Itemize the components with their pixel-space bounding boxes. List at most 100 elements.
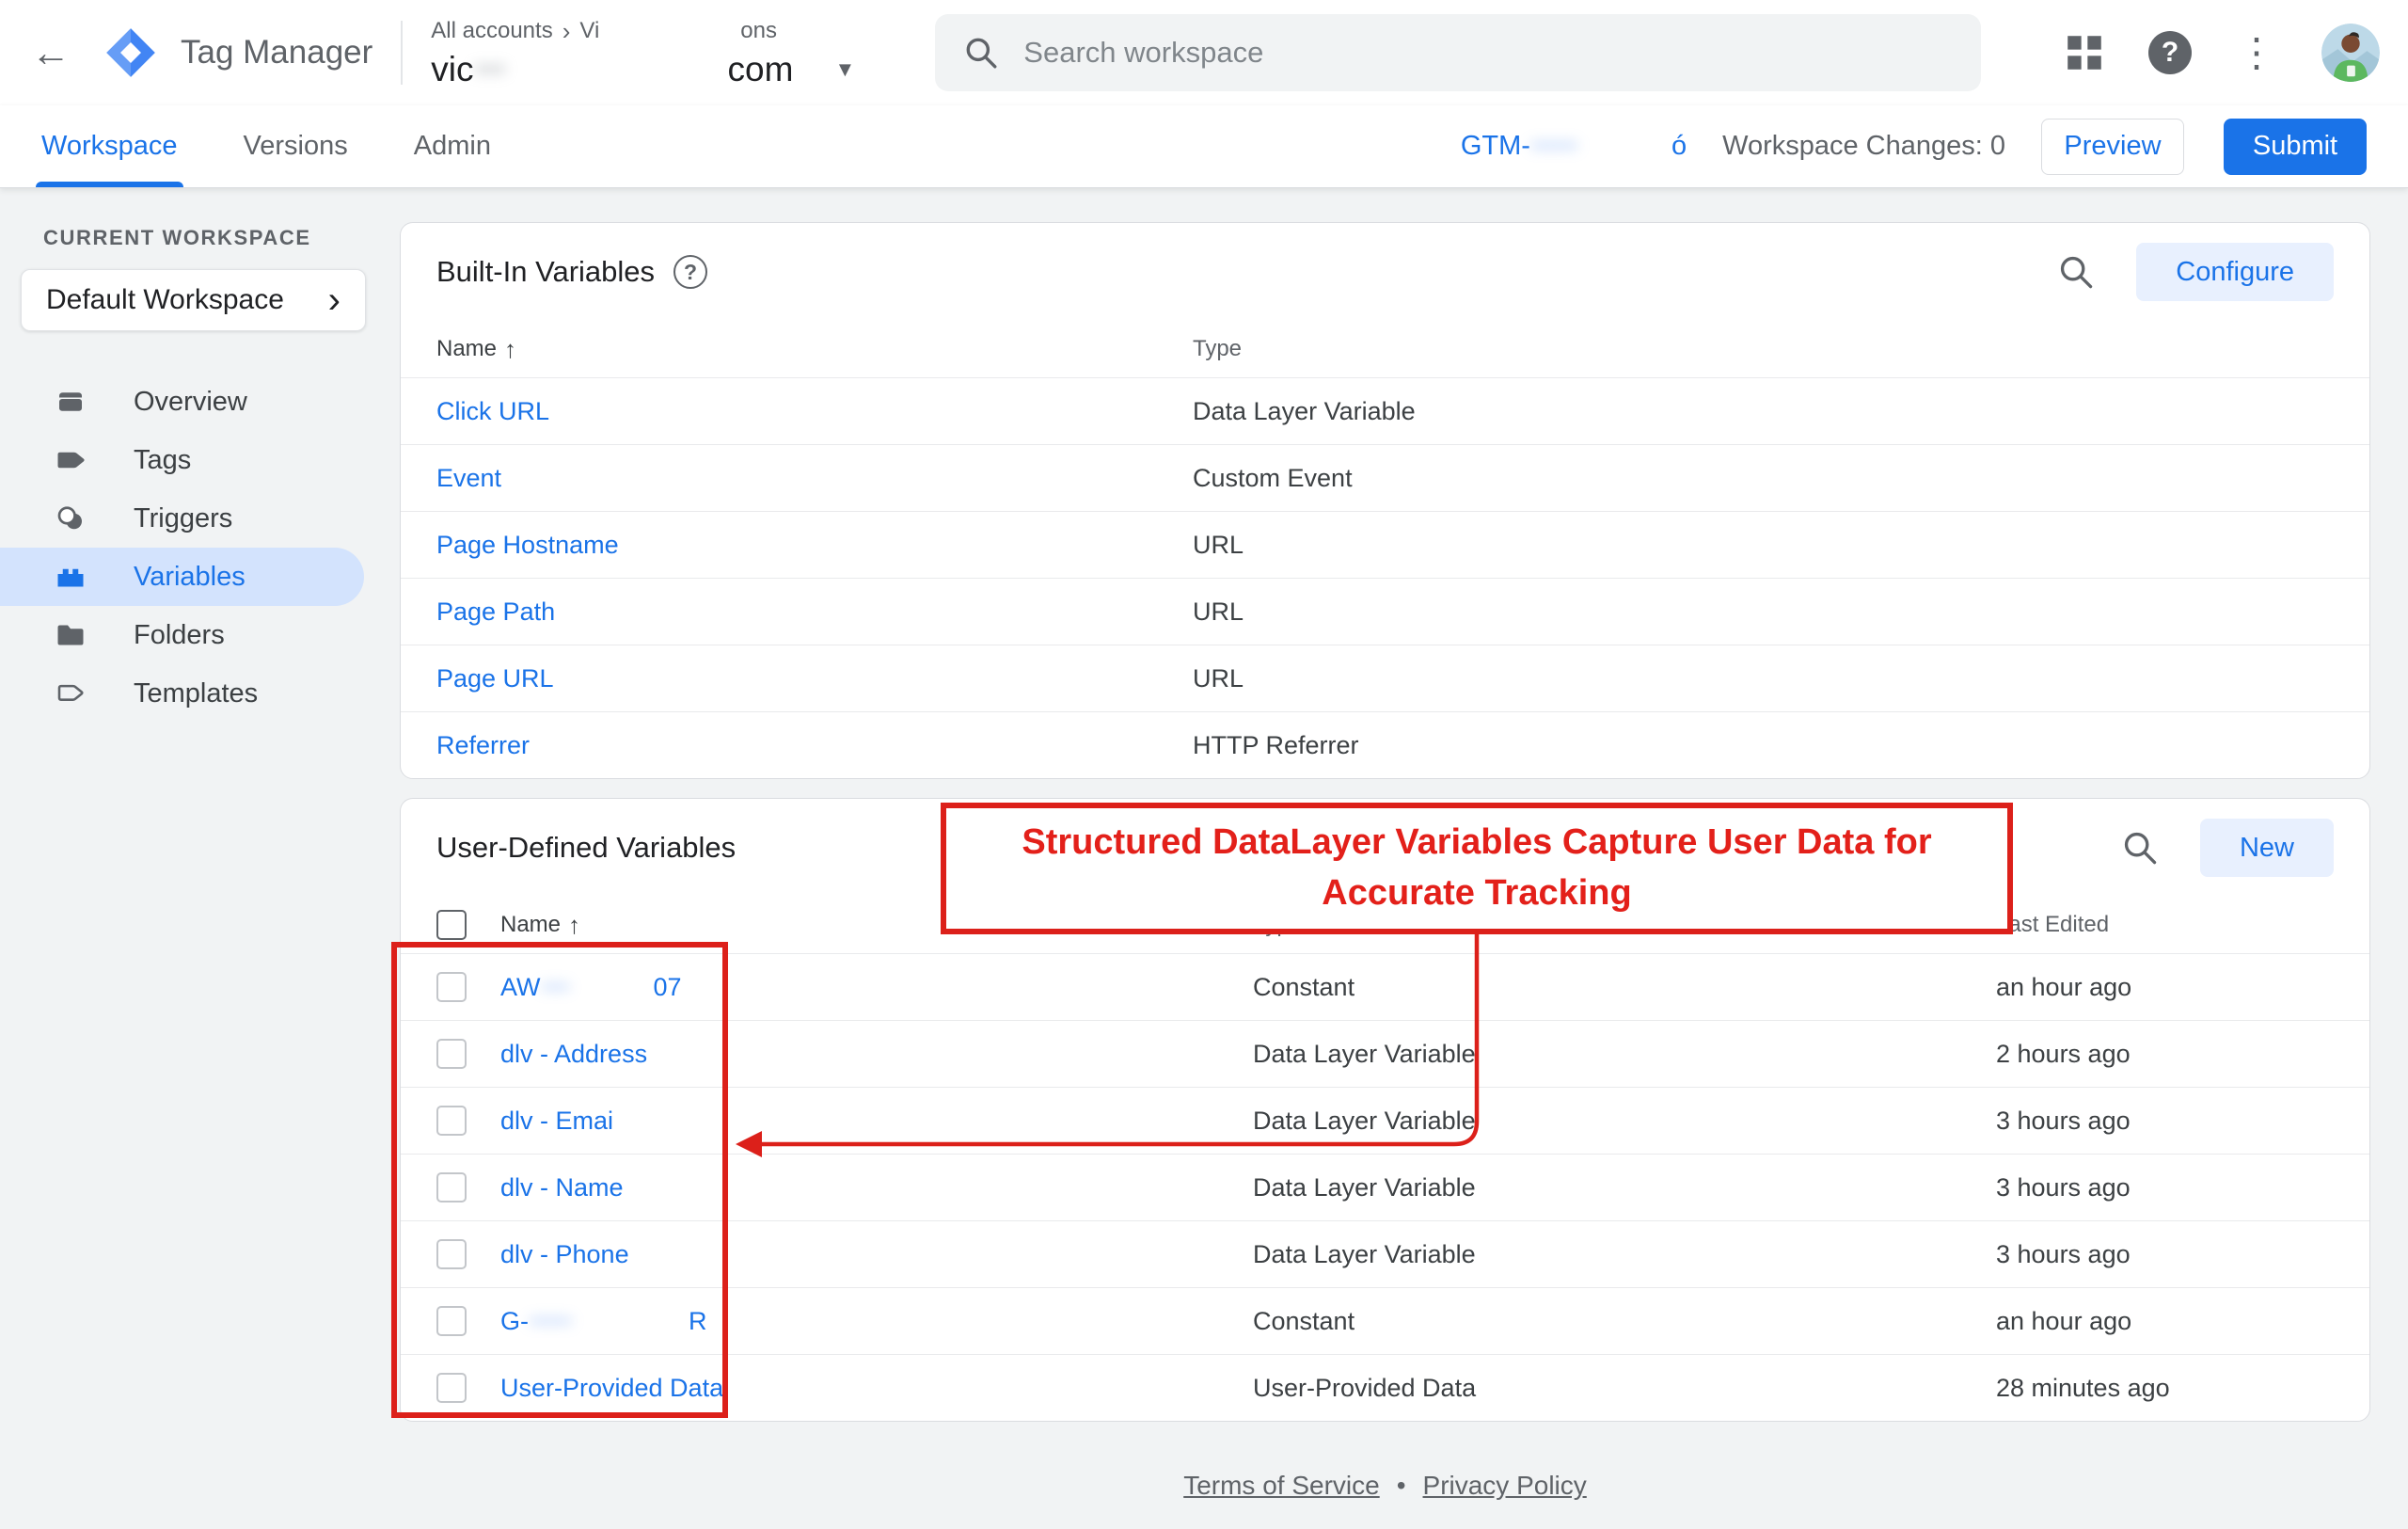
more-menu-icon[interactable]: ⋮	[2237, 33, 2276, 72]
preview-button[interactable]: Preview	[2041, 119, 2184, 175]
table-row: Page Path URL	[401, 578, 2369, 645]
variable-link[interactable]: Page URL	[436, 664, 1193, 693]
terms-of-service-link[interactable]: Terms of Service	[1183, 1471, 1380, 1500]
chevron-down-icon[interactable]: ▼	[834, 57, 855, 82]
gtm-id-prefix: GTM-	[1461, 131, 1530, 162]
row-checkbox[interactable]	[436, 1106, 467, 1136]
tab-bar-actions: GTM- •••••• ó Workspace Changes: 0 Previ…	[1461, 119, 2367, 175]
search-icon[interactable]	[2055, 251, 2097, 293]
select-all-checkbox[interactable]	[436, 910, 467, 940]
sidebar-item-folders[interactable]: Folders	[0, 606, 400, 664]
variable-type: Constant	[1253, 973, 1996, 1002]
variable-link[interactable]: Referrer	[436, 731, 1193, 760]
variable-link[interactable]: G- •••••• R	[500, 1307, 1253, 1336]
variable-type: URL	[1193, 664, 2334, 693]
variable-type: Data Layer Variable	[1193, 397, 2334, 426]
redacted-text: ••••••	[529, 1307, 689, 1336]
tab-versions[interactable]: Versions	[244, 105, 348, 187]
column-type: Type	[1193, 336, 2334, 362]
table-row: AW •••• 07 Constant an hour ago	[401, 953, 2369, 1020]
variable-link[interactable]: dlv - Address	[500, 1040, 1253, 1069]
workspace-switcher-card[interactable]: Default Workspace ›	[21, 269, 366, 331]
variable-type: Data Layer Variable	[1253, 1040, 1996, 1069]
row-checkbox[interactable]	[436, 1306, 467, 1336]
variable-link[interactable]: Page Hostname	[436, 531, 1193, 560]
table-row: G- •••••• R Constant an hour ago	[401, 1287, 2369, 1354]
sidebar-item-overview[interactable]: Overview	[0, 373, 400, 431]
search-icon[interactable]	[2119, 827, 2161, 868]
tab-admin[interactable]: Admin	[414, 105, 491, 187]
row-checkbox[interactable]	[436, 1039, 467, 1069]
table-row: Page Hostname URL	[401, 511, 2369, 578]
apps-grid-icon[interactable]	[2066, 34, 2103, 72]
table-row: Click URL Data Layer Variable	[401, 377, 2369, 444]
breadcrumb-account-fragment-end: ons	[740, 18, 777, 44]
gtm-container-id[interactable]: GTM- •••••• ó	[1461, 131, 1687, 162]
workspace-search[interactable]	[935, 14, 1981, 91]
table-row: dlv - Phone Data Layer Variable 3 hours …	[401, 1220, 2369, 1287]
sidebar-item-label: Templates	[134, 678, 258, 709]
sidebar-item-label: Folders	[134, 620, 225, 651]
tab-workspace[interactable]: Workspace	[41, 105, 178, 187]
last-edited: 3 hours ago	[1996, 1173, 2334, 1202]
redacted-text: ••••••	[1530, 131, 1671, 162]
search-input[interactable]	[1023, 36, 1953, 70]
container-name-fragment-end: com	[728, 50, 794, 89]
configure-button[interactable]: Configure	[2136, 243, 2334, 301]
sidebar-item-label: Variables	[134, 562, 246, 593]
help-icon[interactable]: ?	[2148, 31, 2192, 74]
container-name-fragment: vic	[431, 50, 473, 89]
gtm-id-suffix: ó	[1671, 131, 1687, 162]
privacy-policy-link[interactable]: Privacy Policy	[1423, 1471, 1587, 1500]
last-edited: 2 hours ago	[1996, 1040, 2334, 1069]
variable-link[interactable]: User-Provided Data	[500, 1374, 1253, 1403]
variable-link[interactable]: dlv - Name	[500, 1173, 1253, 1202]
last-edited: 3 hours ago	[1996, 1107, 2334, 1136]
annotation-callout: Structured DataLayer Variables Capture U…	[941, 803, 2013, 934]
variable-type: URL	[1193, 597, 2334, 627]
breadcrumb-all-accounts[interactable]: All accounts	[431, 18, 552, 44]
variable-link[interactable]: AW •••• 07	[500, 973, 1253, 1002]
breadcrumb: All accounts › Vi ons	[431, 17, 882, 46]
row-checkbox[interactable]	[436, 972, 467, 1002]
table-row: Event Custom Event	[401, 444, 2369, 511]
variable-type: HTTP Referrer	[1193, 731, 2334, 760]
account-breadcrumb[interactable]: All accounts › Vi ons vic ••• com ▼	[431, 17, 882, 89]
row-checkbox[interactable]	[436, 1373, 467, 1403]
variable-link[interactable]: Event	[436, 464, 1193, 493]
variables-icon	[53, 559, 88, 595]
sidebar-item-label: Overview	[134, 387, 247, 418]
sidebar-item-tags[interactable]: Tags	[0, 431, 400, 489]
tab-label: Versions	[244, 131, 348, 162]
container-selector[interactable]: vic ••• com ▼	[431, 50, 882, 89]
workspace-name: Default Workspace	[46, 284, 284, 316]
column-last-edited: Last Edited	[1996, 912, 2334, 938]
tab-label: Workspace	[41, 131, 178, 162]
avatar[interactable]	[2321, 24, 2380, 82]
variable-type: Data Layer Variable	[1253, 1240, 1996, 1269]
submit-button[interactable]: Submit	[2224, 119, 2367, 175]
sidebar-item-templates[interactable]: Templates	[0, 664, 400, 723]
tag-manager-logo-icon	[102, 24, 160, 82]
row-checkbox[interactable]	[436, 1239, 467, 1269]
back-icon[interactable]: ←	[24, 30, 77, 75]
table-row: dlv - Address Data Layer Variable 2 hour…	[401, 1020, 2369, 1087]
workspace-tab-bar: Workspace Versions Admin GTM- •••••• ó W…	[0, 105, 2408, 188]
row-checkbox[interactable]	[436, 1172, 467, 1202]
triggers-icon	[53, 501, 88, 536]
variable-name-fragment-end: 07	[654, 973, 682, 1002]
last-edited: an hour ago	[1996, 973, 2334, 1002]
variable-link[interactable]: dlv - Phone	[500, 1240, 1253, 1269]
new-variable-button[interactable]: New	[2200, 819, 2334, 877]
variable-link[interactable]: Click URL	[436, 397, 1193, 426]
sidebar-item-triggers[interactable]: Triggers	[0, 489, 400, 548]
templates-icon	[53, 676, 88, 711]
annotation-text: Structured DataLayer Variables Capture U…	[973, 818, 1981, 919]
variable-link[interactable]: Page Path	[436, 597, 1193, 627]
variable-link[interactable]: dlv - Emai	[500, 1107, 1253, 1136]
table-row: Referrer HTTP Referrer	[401, 711, 2369, 778]
sidebar: CURRENT WORKSPACE Default Workspace › Ov…	[0, 188, 400, 723]
column-name[interactable]: Name ↑	[436, 335, 1193, 364]
sidebar-item-variables[interactable]: Variables	[0, 548, 364, 606]
help-icon[interactable]: ?	[673, 255, 707, 289]
